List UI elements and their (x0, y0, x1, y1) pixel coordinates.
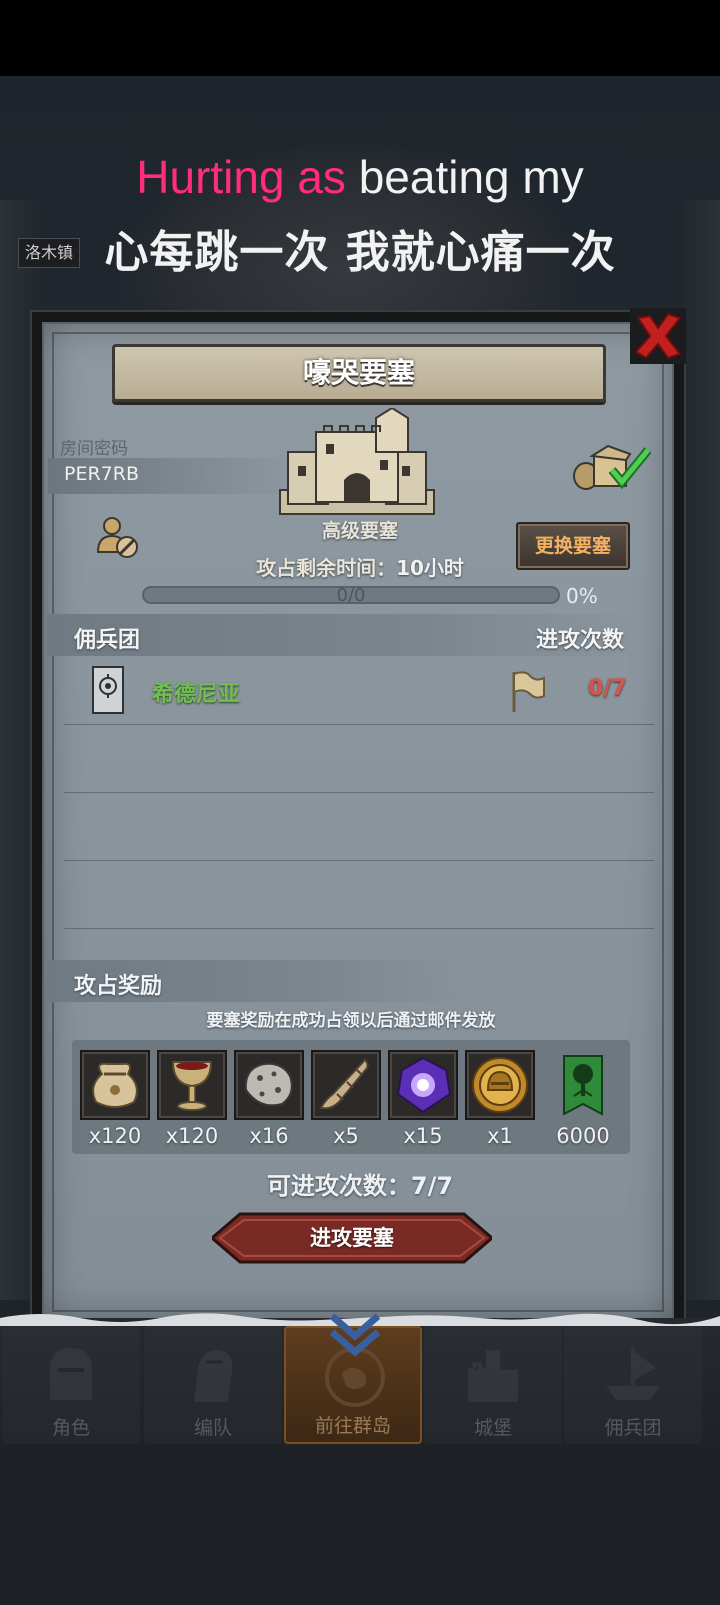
ore-rock-icon (244, 1062, 293, 1107)
remaining-time: 攻占剩余时间：10小时 (200, 552, 520, 581)
lyric-english-rest: beating my (358, 151, 584, 203)
mercenary-section-title: 佣兵团 (74, 628, 141, 653)
coin-bag-icon (92, 1062, 138, 1108)
flag-icon (512, 671, 545, 712)
mercenary-emblem-icon (92, 666, 124, 714)
attempts-label: 可进攻次数： (266, 1172, 411, 1200)
castle-icon (468, 1350, 518, 1402)
room-code-label: 房间密码 (60, 439, 128, 459)
reward-qty: 6000 (556, 1124, 610, 1148)
swap-fortress-button[interactable]: 更换要塞 (516, 522, 630, 570)
nav-label: 城堡 (473, 1417, 512, 1439)
reward-qty: x1 (487, 1124, 513, 1148)
fortress-type: 高级要塞 (321, 520, 398, 542)
status-bar (0, 0, 720, 76)
horn-icon (319, 1058, 369, 1110)
goblet-icon (171, 1061, 213, 1111)
nav-label: 佣兵团 (604, 1417, 662, 1439)
lyric-english: Hurting as beating my (0, 150, 720, 204)
system-nav-area (0, 1448, 720, 1605)
title-plank: 嚎哭要塞 (112, 344, 606, 402)
row-divider (64, 792, 654, 793)
nav-tab-mercenaries[interactable]: 佣兵团 (564, 1326, 702, 1444)
nav-tab-formation[interactable]: 编队 (144, 1326, 282, 1444)
green-tree-banner-icon (563, 1055, 603, 1116)
helmet-icon (50, 1348, 92, 1400)
attack-fortress-button[interactable]: 进攻要塞 (212, 1212, 492, 1264)
background-right-edge (680, 200, 720, 1300)
reward-item[interactable]: x16 (234, 1050, 304, 1160)
gold-helmet-medal-icon (472, 1057, 528, 1113)
close-icon[interactable] (630, 308, 686, 364)
nav-label: 编队 (193, 1417, 232, 1439)
nav-label: 前往群岛 (314, 1415, 391, 1437)
attack-count-header: 进攻次数 (536, 628, 625, 653)
purple-gem-icon (396, 1056, 452, 1114)
row-divider (64, 928, 654, 929)
knight-icon (194, 1350, 233, 1402)
supplies-confirmed-icon[interactable] (572, 440, 652, 492)
room-code-value: PER7RB (64, 463, 139, 485)
nav-label: 角色 (51, 1417, 90, 1439)
capture-progress-percent: 0% (566, 584, 598, 608)
mercenary-attack-count: 0/7 (588, 676, 627, 701)
lyric-chinese: 心每跳一次 我就心痛一次 (104, 227, 616, 278)
reward-note: 要塞奖励在成功占领以后通过邮件发放 (206, 1011, 496, 1031)
reward-item[interactable]: x120 (80, 1050, 150, 1160)
remaining-attempts: 可进攻次数：7/7 (200, 1166, 520, 1201)
attempts-value: 7/7 (410, 1172, 454, 1200)
lyric-highlight: Hurting as (136, 151, 346, 203)
player-forbidden-icon[interactable] (94, 514, 140, 560)
reward-item[interactable]: 6000 (548, 1050, 618, 1160)
remaining-time-value: 10小时 (396, 556, 464, 580)
remaining-time-label: 攻占剩余时间： (256, 556, 397, 580)
fortress-castle-icon (279, 408, 435, 515)
reward-item[interactable]: x120 (157, 1050, 227, 1160)
chevron-down-icon (329, 1313, 381, 1357)
reward-item[interactable]: x5 (311, 1050, 381, 1160)
mercenary-name: 希德尼亚 (152, 682, 241, 707)
nav-tab-character[interactable]: 角色 (2, 1326, 140, 1444)
ship-icon (606, 1348, 660, 1400)
reward-item[interactable]: x15 (388, 1050, 458, 1160)
dialog-title: 嚎哭要塞 (302, 356, 415, 389)
reward-section-title: 攻占奖励 (74, 974, 163, 999)
row-divider (64, 724, 654, 725)
reward-item[interactable]: x1 (465, 1050, 535, 1160)
row-divider (64, 860, 654, 861)
nav-tab-castle[interactable]: 城堡 (424, 1326, 562, 1444)
capture-progress-text: 0/0 (336, 585, 366, 606)
